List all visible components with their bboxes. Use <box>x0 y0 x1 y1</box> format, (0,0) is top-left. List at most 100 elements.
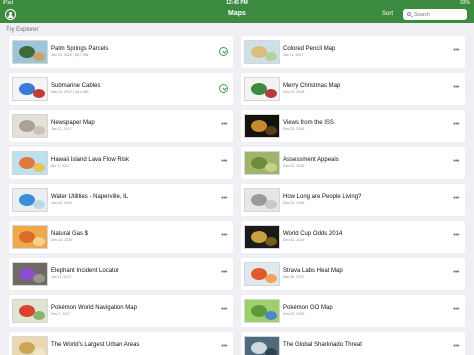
map-title: Merry Christmas Map <box>283 83 341 89</box>
map-card[interactable]: Views from the ISS Dec 22, 2016 ••• <box>241 110 465 142</box>
map-thumbnail[interactable] <box>244 299 280 323</box>
map-date: Apr 5, 2017 <box>51 164 70 168</box>
map-card[interactable]: Newspaper Map Jan 11, 2017 ••• <box>9 110 233 142</box>
map-card[interactable]: The Global Sharknado Threat ••• <box>241 332 465 355</box>
map-title: Colored Pencil Map <box>283 46 336 52</box>
map-thumbnail[interactable] <box>244 188 280 212</box>
thumbnail-shape <box>33 52 45 61</box>
map-card[interactable]: World Cup Odds 2014 Dec 22, 2016 ••• <box>241 221 465 253</box>
map-date: Dec 22, 2016 <box>283 238 305 242</box>
map-date: Jan 25, 2016 | 58.7 MB <box>51 53 89 57</box>
map-card[interactable]: Merry Christmas Map Dec 23, 2016 ••• <box>241 73 465 105</box>
search-icon <box>407 12 411 16</box>
more-options-icon[interactable]: ••• <box>453 232 459 239</box>
map-card[interactable]: Pokémon World Navigation Map Nov 7, 2017 •… <box>9 295 233 327</box>
more-options-icon[interactable]: ••• <box>453 269 459 276</box>
section-header: Try Explorer <box>6 27 39 33</box>
map-thumbnail[interactable] <box>12 225 48 249</box>
more-options-icon[interactable]: ••• <box>453 84 459 91</box>
map-title: Strava Labs Heat Map <box>283 268 343 274</box>
map-date: Dec 22, 2016 <box>283 201 305 205</box>
map-date: Dec 22, 2016 <box>283 164 305 168</box>
map-title: Natural Gas $ <box>51 231 89 237</box>
map-thumbnail[interactable] <box>244 262 280 286</box>
map-thumbnail[interactable] <box>12 336 48 355</box>
sort-button[interactable]: Sort <box>382 9 393 19</box>
thumbnail-shape <box>33 274 45 283</box>
map-thumbnail[interactable] <box>12 114 48 138</box>
map-card[interactable]: The World's Largest Urban Areas ••• <box>9 332 233 355</box>
map-thumbnail[interactable] <box>244 151 280 175</box>
more-options-icon[interactable]: ••• <box>221 195 227 202</box>
more-options-icon[interactable]: ••• <box>453 47 459 54</box>
more-options-icon[interactable]: ••• <box>453 121 459 128</box>
thumbnail-shape <box>33 89 45 98</box>
map-title: Pokémon GO Map <box>283 305 333 311</box>
map-title: Submarine Cables <box>51 83 101 89</box>
thumbnail-shape <box>265 163 277 172</box>
map-title: The World's Largest Urban Areas <box>51 342 140 348</box>
search-input[interactable] <box>414 9 464 20</box>
map-thumbnail[interactable] <box>12 188 48 212</box>
thumbnail-shape <box>33 126 45 135</box>
download-icon[interactable] <box>219 84 228 93</box>
map-card[interactable]: Elephant Incident Locator Jan 11, 2017 ••• <box>9 258 233 290</box>
thumbnail-shape <box>33 163 45 172</box>
thumbnail-shape <box>265 200 277 209</box>
map-date: Nov 7, 2017 <box>51 312 71 316</box>
more-options-icon[interactable]: ••• <box>221 269 227 276</box>
thumbnail-shape <box>33 237 45 246</box>
map-thumbnail[interactable] <box>12 40 48 64</box>
map-grid: Palm Springs Parcels Jan 25, 2016 | 58.7 … <box>9 36 465 355</box>
thumbnail-shape <box>33 348 45 355</box>
map-title: World Cup Odds 2014 <box>283 231 343 237</box>
thumbnail-shape <box>265 311 277 320</box>
more-options-icon[interactable]: ••• <box>221 343 227 350</box>
map-title: The Global Sharknado Threat <box>283 342 362 348</box>
map-title: Views from the ISS <box>283 120 334 126</box>
map-thumbnail[interactable] <box>244 40 280 64</box>
map-card[interactable]: Hawaii Island Lava Flow Risk Apr 5, 2017 •… <box>9 147 233 179</box>
more-options-icon[interactable]: ••• <box>221 158 227 165</box>
map-date: Jan 11, 2017 <box>283 53 304 57</box>
map-thumbnail[interactable] <box>244 77 280 101</box>
map-card[interactable]: Palm Springs Parcels Jan 25, 2016 | 58.7 … <box>9 36 233 68</box>
thumbnail-shape <box>265 237 277 246</box>
map-title: Pokémon World Navigation Map <box>51 305 137 311</box>
map-thumbnail[interactable] <box>12 151 48 175</box>
more-options-icon[interactable]: ••• <box>453 343 459 350</box>
more-options-icon[interactable]: ••• <box>221 121 227 128</box>
more-options-icon[interactable]: ••• <box>453 195 459 202</box>
more-options-icon[interactable]: ••• <box>453 306 459 313</box>
map-title: Hawaii Island Lava Flow Risk <box>51 157 130 163</box>
map-thumbnail[interactable] <box>12 77 48 101</box>
map-thumbnail[interactable] <box>244 336 280 355</box>
map-title: Palm Springs Parcels <box>51 46 109 52</box>
more-options-icon[interactable]: ••• <box>221 232 227 239</box>
map-thumbnail[interactable] <box>244 114 280 138</box>
thumbnail-shape <box>33 311 45 320</box>
thumbnail-shape <box>265 52 277 61</box>
map-card[interactable]: Assessment Appeals Dec 22, 2016 ••• <box>241 147 465 179</box>
map-card[interactable]: Natural Gas $ Dec 22, 2016 ••• <box>9 221 233 253</box>
map-card[interactable]: Water Utilities - Naperville, IL Jan 18, … <box>9 184 233 216</box>
map-card[interactable]: Colored Pencil Map Jan 11, 2017 ••• <box>241 36 465 68</box>
map-date: Dec 22, 2016 <box>51 238 73 242</box>
map-date: Mar 23, 2017 | 36.4 MB <box>51 90 89 94</box>
map-card[interactable]: How Long are People Living? Dec 22, 2016 •… <box>241 184 465 216</box>
map-thumbnail[interactable] <box>12 299 48 323</box>
map-thumbnail[interactable] <box>12 262 48 286</box>
more-options-icon[interactable]: ••• <box>221 306 227 313</box>
map-date: Mar 30, 2017 <box>283 275 305 279</box>
search-bar[interactable] <box>403 9 467 20</box>
more-options-icon[interactable]: ••• <box>453 158 459 165</box>
map-date: Dec 22, 2016 <box>283 312 305 316</box>
map-card[interactable]: Pokémon GO Map Dec 22, 2016 ••• <box>241 295 465 327</box>
map-title: Assessment Appeals <box>283 157 339 163</box>
map-thumbnail[interactable] <box>244 225 280 249</box>
map-card[interactable]: Strava Labs Heat Map Mar 30, 2017 ••• <box>241 258 465 290</box>
map-card[interactable]: Submarine Cables Mar 23, 2017 | 36.4 MB <box>9 73 233 105</box>
map-date: Jan 11, 2017 <box>51 127 72 131</box>
map-title: Elephant Incident Locator <box>51 268 120 274</box>
download-icon[interactable] <box>219 47 228 56</box>
